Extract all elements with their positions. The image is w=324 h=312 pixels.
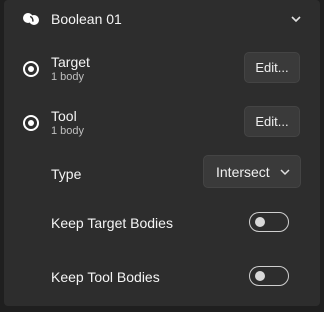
toggle-knob <box>255 217 265 227</box>
type-selected-value: Intersect <box>216 164 270 180</box>
keep-tool-row: Keep Tool Bodies <box>4 264 320 290</box>
target-count: 1 body <box>51 71 85 83</box>
type-label: Type <box>51 166 82 182</box>
keep-target-toggle[interactable] <box>249 212 289 232</box>
target-radio[interactable] <box>23 61 39 77</box>
keep-tool-toggle[interactable] <box>249 266 289 286</box>
toggle-knob <box>255 271 265 281</box>
chevron-down-icon <box>280 169 290 176</box>
target-row: Target 1 body Edit... <box>4 50 320 90</box>
boolean-shapes-icon <box>23 13 39 25</box>
boolean-properties-panel: Boolean 01 Target 1 body Edit... Tool 1 … <box>4 0 320 306</box>
keep-target-label: Keep Target Bodies <box>51 215 173 231</box>
tool-edit-button[interactable]: Edit... <box>244 106 300 137</box>
panel-title: Boolean 01 <box>51 11 122 27</box>
tool-count: 1 body <box>51 125 85 137</box>
target-edit-button[interactable]: Edit... <box>244 52 300 83</box>
tool-label: Tool <box>51 108 77 124</box>
type-dropdown[interactable]: Intersect <box>203 155 301 188</box>
type-row: Type Intersect <box>4 155 320 191</box>
panel-header[interactable]: Boolean 01 <box>4 0 320 38</box>
target-label: Target <box>51 54 90 70</box>
chevron-down-icon[interactable] <box>290 14 302 24</box>
keep-target-row: Keep Target Bodies <box>4 210 320 236</box>
tool-row: Tool 1 body Edit... <box>4 104 320 144</box>
tool-radio[interactable] <box>23 115 39 131</box>
keep-tool-label: Keep Tool Bodies <box>51 269 160 285</box>
